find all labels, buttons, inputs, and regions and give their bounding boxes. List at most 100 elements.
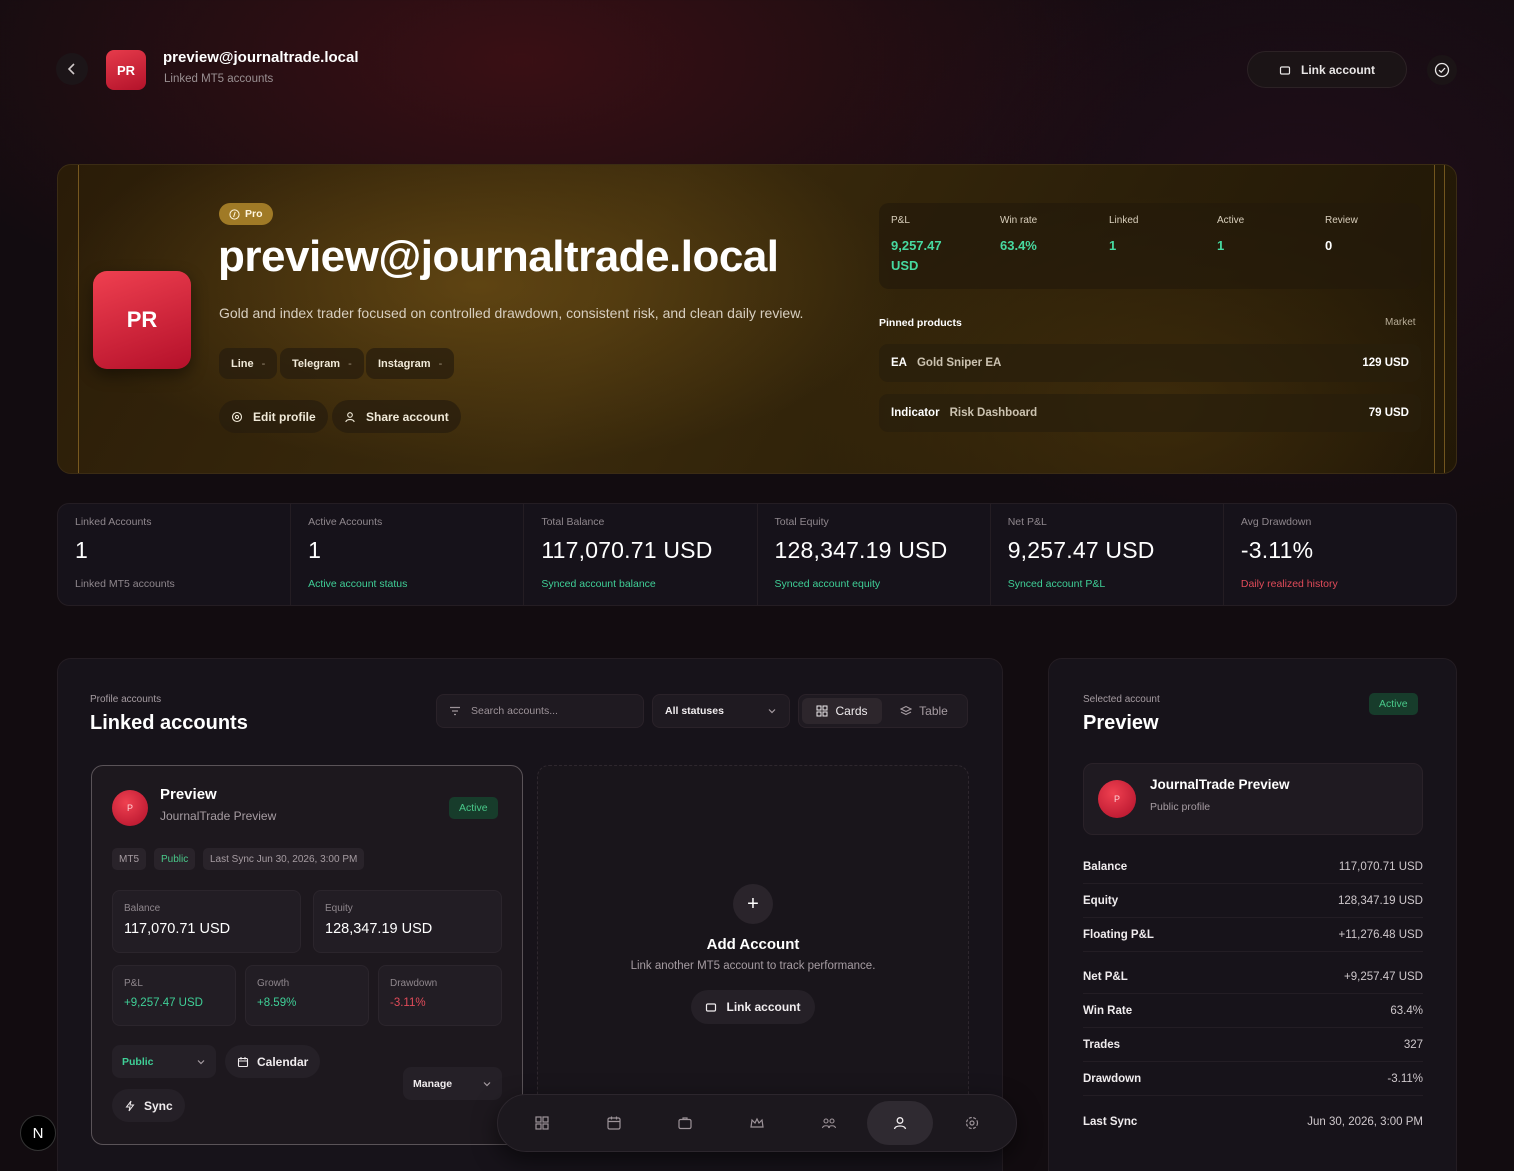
detail-value: 63.4% [1390, 1004, 1423, 1017]
product-name: Gold Sniper EA [916, 357, 1002, 369]
social-label: Telegram [292, 357, 341, 370]
link-account-button[interactable]: Link account [1247, 51, 1407, 88]
detail-row-balance: Balance 117,070.71 USD [1083, 850, 1423, 884]
stat-label: P&L [891, 215, 910, 226]
growth-label: Growth [257, 978, 290, 989]
detail-row-net-pnl: Net P&L +9,257.47 USD [1083, 960, 1423, 994]
dock-settings[interactable] [939, 1101, 1005, 1145]
profile-icon [894, 1117, 907, 1130]
add-link-account-button[interactable]: Link account [691, 990, 815, 1024]
hero-divider [1444, 165, 1445, 473]
back-button[interactable] [56, 53, 88, 85]
pro-coin-icon [229, 208, 240, 220]
social-value: - [348, 357, 352, 370]
dock-calendar[interactable] [581, 1101, 647, 1145]
social-chip-instagram[interactable]: Instagram - [366, 348, 455, 379]
balance-value: 117,070.71 USD [124, 921, 231, 937]
dock-premium[interactable] [724, 1101, 790, 1145]
market-link[interactable]: Market [1385, 317, 1416, 328]
metric-value: 1 [308, 537, 322, 563]
stat-value-review: 0 [1325, 238, 1333, 253]
pinned-product-row[interactable]: Indicator Risk Dashboard 79 USD [879, 394, 1421, 432]
plus-icon[interactable]: + [733, 884, 773, 924]
growth-box [245, 965, 369, 1026]
add-account-card[interactable] [537, 765, 969, 1145]
page-title: preview@journaltrade.local [163, 49, 359, 66]
wallet-icon [1279, 65, 1291, 75]
dock-community[interactable] [796, 1101, 862, 1145]
product-price: 129 USD [1362, 357, 1409, 369]
stat-label: Linked [1109, 215, 1139, 226]
detail-key: Drawdown [1083, 1072, 1142, 1085]
grid-icon [816, 705, 828, 717]
hero-divider [78, 165, 79, 473]
metric-value: 128,347.19 USD [774, 537, 948, 563]
dock-dashboard[interactable] [509, 1101, 575, 1145]
crown-icon [750, 1117, 764, 1128]
chevron-down-icon [483, 1081, 491, 1086]
edit-profile-button[interactable]: Edit profile [219, 400, 328, 433]
metric-label: Net P&L [1007, 516, 1047, 528]
metric-value: 117,070.71 USD [541, 537, 713, 563]
metric-sub: Daily realized history [1240, 578, 1338, 590]
social-chip-telegram[interactable]: Telegram - [280, 348, 364, 379]
add-link-account-label: Link account [726, 1000, 801, 1014]
community-icon [821, 1118, 836, 1129]
status-check-button[interactable] [1427, 55, 1457, 85]
visibility-select[interactable]: Public [112, 1045, 216, 1078]
drawdown-box [378, 965, 502, 1026]
selected-avatar: P [1098, 780, 1136, 818]
detail-value: 327 [1403, 1038, 1423, 1051]
metric-active-accounts: Active Accounts 1 Active account status [291, 504, 525, 605]
detail-key: Equity [1083, 894, 1119, 907]
detail-key: Win Rate [1083, 1004, 1133, 1017]
bottom-dock [497, 1094, 1017, 1152]
panel-eyebrow: Profile accounts [90, 694, 162, 705]
detail-value: 117,070.71 USD [1338, 860, 1423, 873]
platform-tag: MT5 [112, 848, 146, 870]
dock-accounts[interactable] [652, 1101, 718, 1145]
social-chip-line[interactable]: Line - [219, 348, 278, 379]
manage-select[interactable]: Manage [403, 1067, 502, 1100]
equity-value: 128,347.19 USD [325, 921, 433, 937]
product-type: Indicator [891, 407, 940, 419]
avatar: PR [106, 50, 146, 90]
hero-divider [1434, 165, 1435, 473]
sync-button[interactable]: Sync [112, 1089, 185, 1122]
filter-icon [450, 706, 460, 716]
stat-label: Win rate [1000, 215, 1038, 226]
calendar-button[interactable]: Calendar [225, 1045, 321, 1078]
add-account-title: Add Account [706, 936, 800, 953]
account-subtitle: JournalTrade Preview [160, 809, 277, 823]
pinned-product-row[interactable]: EA Gold Sniper EA 129 USD [879, 344, 1421, 382]
layers-icon [900, 705, 913, 716]
share-account-button[interactable]: Share account [332, 400, 461, 433]
chevron-down-icon [768, 709, 776, 714]
metric-sub: Active account status [308, 578, 408, 590]
metric-linked-accounts: Linked Accounts 1 Linked MT5 accounts [58, 504, 292, 605]
next-dev-badge[interactable]: N [20, 1115, 56, 1151]
add-account-subtitle: Link another MT5 account to track perfor… [630, 960, 876, 972]
profile-bio: Gold and index trader focused on control… [219, 305, 804, 321]
view-toggle: Cards Table [798, 694, 968, 728]
detail-value: -3.11% [1387, 1072, 1423, 1085]
summary-metrics: Linked Accounts 1 Linked MT5 accounts Ac… [57, 503, 1457, 606]
status-filter-select[interactable]: All statuses [652, 694, 790, 728]
selected-profile-sub: Public profile [1150, 801, 1211, 813]
detail-key: Balance [1083, 860, 1128, 873]
search-placeholder: Search accounts... [471, 705, 558, 717]
social-label: Instagram [378, 357, 431, 370]
selected-profile-name: JournalTrade Preview [1150, 777, 1290, 792]
wallet-icon [706, 1003, 717, 1012]
status-badge: Active [1369, 693, 1418, 715]
product-type: EA [891, 357, 907, 369]
detail-value: +11,276.48 USD [1338, 928, 1424, 941]
detail-row-last-sync: Last Sync Jun 30, 2026, 3:00 PM [1083, 1105, 1423, 1139]
view-table-button[interactable]: Table [884, 698, 964, 724]
view-cards-button[interactable]: Cards [802, 698, 882, 724]
metric-sub: Synced account equity [774, 578, 881, 590]
dock-profile[interactable] [867, 1101, 934, 1145]
view-table-label: Table [919, 704, 948, 718]
search-input[interactable]: Search accounts... [436, 694, 644, 728]
detail-row-equity: Equity 128,347.19 USD [1083, 884, 1423, 918]
